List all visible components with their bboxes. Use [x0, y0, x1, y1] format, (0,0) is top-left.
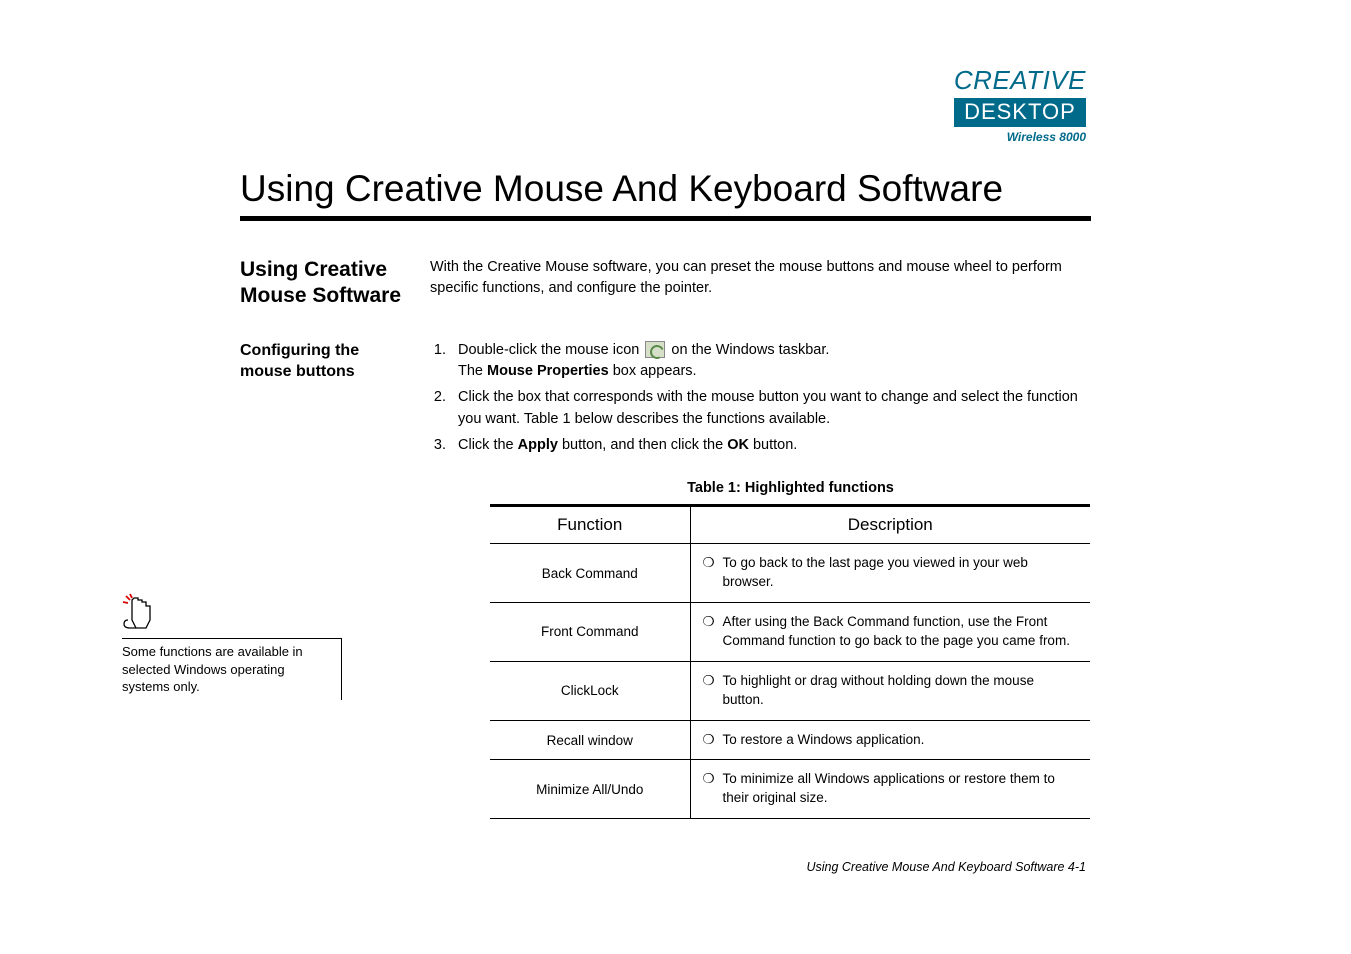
fn-desc: After using the Back Command function, u…	[723, 613, 1079, 651]
table-row: ClickLock ❍To highlight or drag without …	[490, 661, 1090, 720]
table-header-function: Function	[490, 506, 690, 544]
fn-name: ClickLock	[490, 661, 690, 720]
page-title: Using Creative Mouse And Keyboard Softwa…	[240, 168, 1091, 210]
step-2: Click the box that corresponds with the …	[450, 387, 1091, 431]
table-header-description: Description	[690, 506, 1090, 544]
table-row: Back Command ❍To go back to the last pag…	[490, 544, 1090, 603]
step1-bold: Mouse Properties	[487, 363, 609, 379]
bullet-icon: ❍	[703, 613, 717, 651]
fn-name: Recall window	[490, 720, 690, 760]
section-heading-using-software: Using Creative Mouse Software	[240, 257, 414, 310]
fn-desc: To restore a Windows application.	[723, 731, 1079, 750]
table-row: Minimize All/Undo ❍To minimize all Windo…	[490, 760, 1090, 819]
bullet-icon: ❍	[703, 770, 717, 808]
logo-sub: Wireless 8000	[954, 130, 1086, 144]
step1-text-b: on the Windows taskbar.	[671, 342, 829, 358]
step-1: Double-click the mouse icon on the Windo…	[450, 340, 1091, 384]
brand-logo: CREATIVE DESKTOP Wireless 8000	[954, 65, 1086, 144]
step3-b: Apply	[518, 437, 558, 453]
page-footer: Using Creative Mouse And Keyboard Softwa…	[806, 860, 1086, 874]
bullet-icon: ❍	[703, 731, 717, 750]
fn-name: Front Command	[490, 603, 690, 662]
step3-a: Click the	[458, 437, 518, 453]
bullet-icon: ❍	[703, 554, 717, 592]
logo-line2: DESKTOP	[954, 98, 1086, 127]
title-rule	[240, 216, 1091, 221]
step3-d: OK	[727, 437, 749, 453]
note-hand-icon	[122, 598, 156, 642]
step-3: Click the Apply button, and then click t…	[450, 435, 1091, 457]
mouse-icon	[645, 341, 665, 358]
step1-text-c-post: box appears.	[609, 363, 697, 379]
fn-desc: To go back to the last page you viewed i…	[723, 554, 1079, 592]
step3-c: button, and then click the	[558, 437, 727, 453]
fn-desc: To minimize all Windows applications or …	[723, 770, 1079, 808]
fn-desc: To highlight or drag without holding dow…	[723, 672, 1079, 710]
table-title: Table 1: Highlighted functions	[490, 480, 1091, 496]
table-row: Recall window ❍ To restore a Windows appl…	[490, 720, 1090, 760]
step3-e: button.	[749, 437, 797, 453]
step1-text-a: Double-click the mouse icon	[458, 342, 643, 358]
section-heading-configuring: Configuring the mouse buttons	[240, 340, 414, 383]
steps-list: Double-click the mouse icon on the Windo…	[430, 340, 1091, 457]
fn-name: Back Command	[490, 544, 690, 603]
fn-name: Minimize All/Undo	[490, 760, 690, 819]
bullet-icon: ❍	[703, 672, 717, 710]
logo-line1: CREATIVE	[954, 65, 1086, 96]
note-text: Some functions are available in selected…	[122, 638, 342, 700]
sidebar-note: Some functions are available in selected…	[122, 598, 342, 700]
functions-table: Function Description Back Command ❍To go…	[490, 504, 1090, 819]
table-row: Front Command ❍After using the Back Comm…	[490, 603, 1090, 662]
section1-body: With the Creative Mouse software, you ca…	[430, 257, 1091, 299]
step1-text-c-pre: The	[458, 363, 487, 379]
